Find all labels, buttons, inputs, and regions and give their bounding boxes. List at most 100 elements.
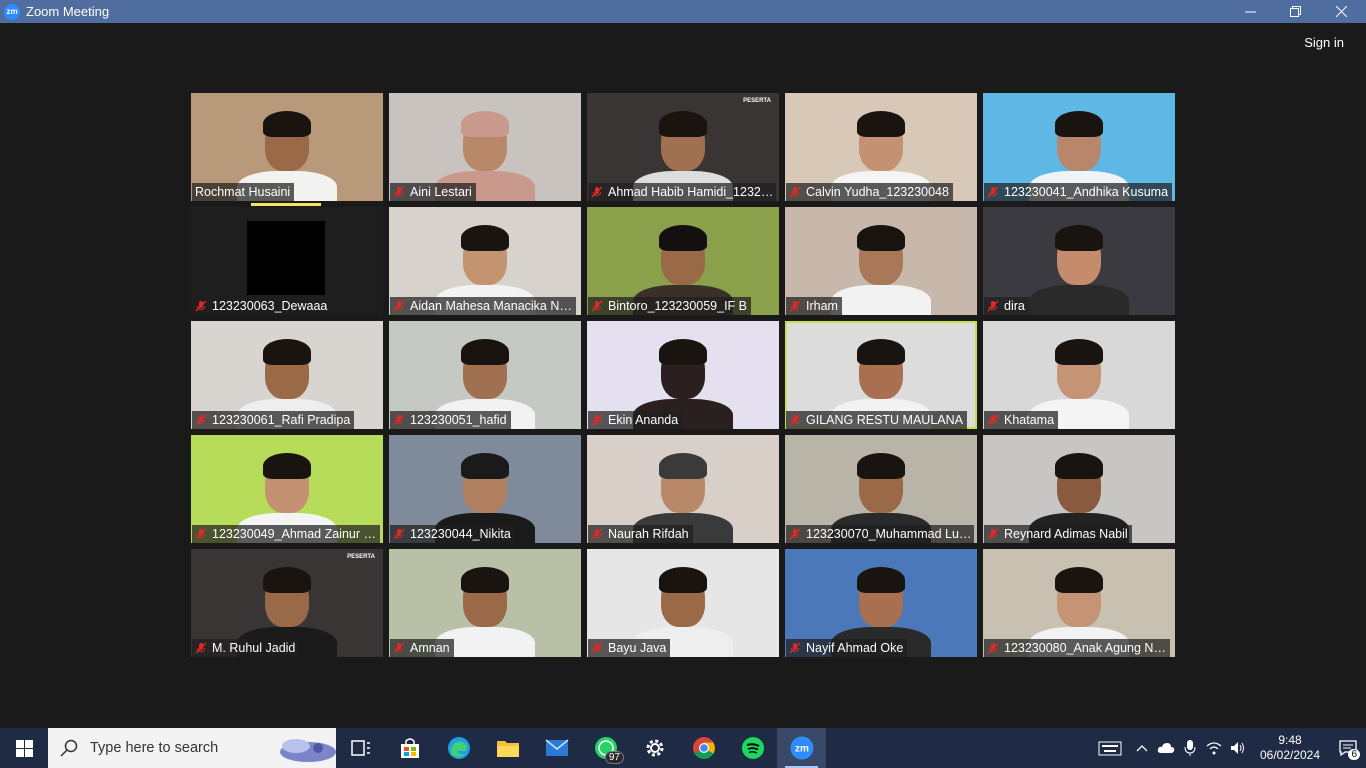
muted-mic-icon <box>987 528 999 540</box>
show-hidden-icons-button[interactable] <box>1130 728 1154 768</box>
restore-button[interactable] <box>1272 0 1318 23</box>
microphone-status[interactable] <box>1178 728 1202 768</box>
participant-tile[interactable]: GILANG RESTU MAULANA <box>785 321 977 429</box>
cloud-icon <box>1157 743 1175 753</box>
participant-tile[interactable]: Reynard Adimas Nabil <box>983 435 1175 543</box>
taskbar-search-box[interactable]: Type here to search <box>48 728 336 768</box>
minimize-button[interactable] <box>1227 0 1273 23</box>
participant-hair <box>659 111 707 137</box>
participant-tile[interactable]: 123230044_Nikita <box>389 435 581 543</box>
muted-mic-icon <box>393 300 405 312</box>
participant-name: dira <box>1004 299 1025 313</box>
participant-tile[interactable]: PESERTA M. Ruhul Jadid <box>191 549 383 657</box>
muted-mic-icon <box>393 642 405 654</box>
participant-tile[interactable]: Khatama <box>983 321 1175 429</box>
onedrive-status[interactable] <box>1154 728 1178 768</box>
network-status[interactable] <box>1202 728 1226 768</box>
participant-name-label: 123230051_hafid <box>390 411 511 429</box>
volume-control[interactable] <box>1226 728 1250 768</box>
participant-tile[interactable]: 123230080_Anak Agung N… <box>983 549 1175 657</box>
participant-tile[interactable]: 123230051_hafid <box>389 321 581 429</box>
participant-tile[interactable]: PESERTA Ahmad Habib Hamidi_1232… <box>587 93 779 201</box>
participant-hair <box>659 567 707 593</box>
participant-tile[interactable]: 123230063_Dewaaa <box>191 207 383 315</box>
participant-name-label: 123230070_Muhammad Lu… <box>786 525 974 543</box>
taskbar-chrome[interactable] <box>679 728 728 768</box>
participant-name: Reynard Adimas Nabil <box>1004 527 1128 541</box>
participant-name-label: Nayif Ahmad Oke <box>786 639 908 657</box>
edge-icon <box>447 737 470 759</box>
zoom-app-icon: zm <box>4 3 20 20</box>
participant-tile[interactable]: dira <box>983 207 1175 315</box>
keyboard-icon <box>1098 741 1122 756</box>
mail-icon <box>545 739 568 756</box>
muted-mic-icon <box>591 528 603 540</box>
muted-mic-icon <box>987 642 999 654</box>
participant-name: 123230041_Andhika Kusuma <box>1004 185 1169 199</box>
sign-in-link[interactable]: Sign in <box>1304 35 1344 50</box>
taskbar-settings[interactable] <box>630 728 679 768</box>
participant-tile[interactable]: Aidan Mahesa Manacika N… <box>389 207 581 315</box>
meeting-gallery-view: Sign in Rochmat Husaini Aini Lestari PESER… <box>0 23 1366 728</box>
taskbar-microsoft-store[interactable] <box>385 728 434 768</box>
participant-name: Ekin Ananda <box>608 413 679 427</box>
taskbar-mail[interactable] <box>532 728 581 768</box>
virtual-background-banner: PESERTA <box>347 554 375 560</box>
participant-tile[interactable]: Amnan <box>389 549 581 657</box>
participant-tile[interactable]: 123230070_Muhammad Lu… <box>785 435 977 543</box>
taskbar-edge[interactable] <box>434 728 483 768</box>
participant-name-label: Ahmad Habib Hamidi_1232… <box>588 183 776 201</box>
muted-mic-icon <box>591 186 603 198</box>
taskbar-zoom[interactable]: zm <box>777 728 826 768</box>
participant-name-label: 123230049_Ahmad Zainur … <box>192 525 380 543</box>
participant-tile[interactable]: Bintoro_123230059_IF B <box>587 207 779 315</box>
participant-tile[interactable]: Calvin Yudha_123230048 <box>785 93 977 201</box>
participant-hair <box>263 111 311 137</box>
participant-name-label: Aini Lestari <box>390 183 476 201</box>
participant-name-label: Irham <box>786 297 842 315</box>
task-view-icon <box>350 740 370 756</box>
participant-tile[interactable]: Rochmat Husaini <box>191 93 383 201</box>
close-icon <box>1335 6 1347 17</box>
taskbar-clock[interactable]: 9:48 06/02/2024 <box>1250 733 1330 763</box>
touch-keyboard-button[interactable] <box>1090 728 1130 768</box>
taskbar-file-explorer[interactable] <box>483 728 532 768</box>
participant-name-label: GILANG RESTU MAULANA <box>786 411 967 429</box>
participant-name-label: 123230041_Andhika Kusuma <box>984 183 1172 201</box>
participant-tile[interactable]: Ekin Ananda <box>587 321 779 429</box>
notification-center-button[interactable]: 6 <box>1330 728 1366 768</box>
participant-tile[interactable]: Aini Lestari <box>389 93 581 201</box>
participant-name-label: Aidan Mahesa Manacika N… <box>390 297 576 315</box>
whatsapp-unread-badge: 97 <box>604 751 624 764</box>
participant-tile[interactable]: 123230049_Ahmad Zainur … <box>191 435 383 543</box>
clock-time: 9:48 <box>1278 733 1302 747</box>
participant-hair <box>263 339 311 365</box>
gear-icon <box>646 739 663 757</box>
taskbar-spotify[interactable] <box>728 728 777 768</box>
windows-taskbar: Type here to search 97 zm 9:48 06/02/202… <box>0 728 1366 768</box>
participant-hair <box>857 225 905 251</box>
participant-name: M. Ruhul Jadid <box>212 641 296 655</box>
participant-name: Bintoro_123230059_IF B <box>608 299 747 313</box>
participant-tile[interactable]: Naurah Rifdah <box>587 435 779 543</box>
participant-name-label: M. Ruhul Jadid <box>192 639 300 657</box>
window-titlebar: zm Zoom Meeting <box>0 0 1366 23</box>
close-button[interactable] <box>1318 0 1364 23</box>
participant-hair <box>1055 339 1103 365</box>
participant-tile[interactable]: Irham <box>785 207 977 315</box>
participant-name-label: 123230044_Nikita <box>390 525 515 543</box>
participant-tile[interactable]: 123230061_Rafi Pradipa <box>191 321 383 429</box>
participant-name: 123230044_Nikita <box>410 527 511 541</box>
participant-tile[interactable]: Nayif Ahmad Oke <box>785 549 977 657</box>
participant-tile[interactable]: Bayu Java <box>587 549 779 657</box>
participant-name-label: Ekin Ananda <box>588 411 683 429</box>
task-view-button[interactable] <box>336 728 385 768</box>
muted-mic-icon <box>789 186 801 198</box>
start-button[interactable] <box>0 728 48 768</box>
participant-tile[interactable]: 123230041_Andhika Kusuma <box>983 93 1175 201</box>
participant-hair <box>659 225 707 251</box>
participant-hair <box>461 567 509 593</box>
chrome-icon <box>692 737 715 759</box>
participant-hair <box>461 225 509 251</box>
taskbar-whatsapp[interactable]: 97 <box>581 728 630 768</box>
